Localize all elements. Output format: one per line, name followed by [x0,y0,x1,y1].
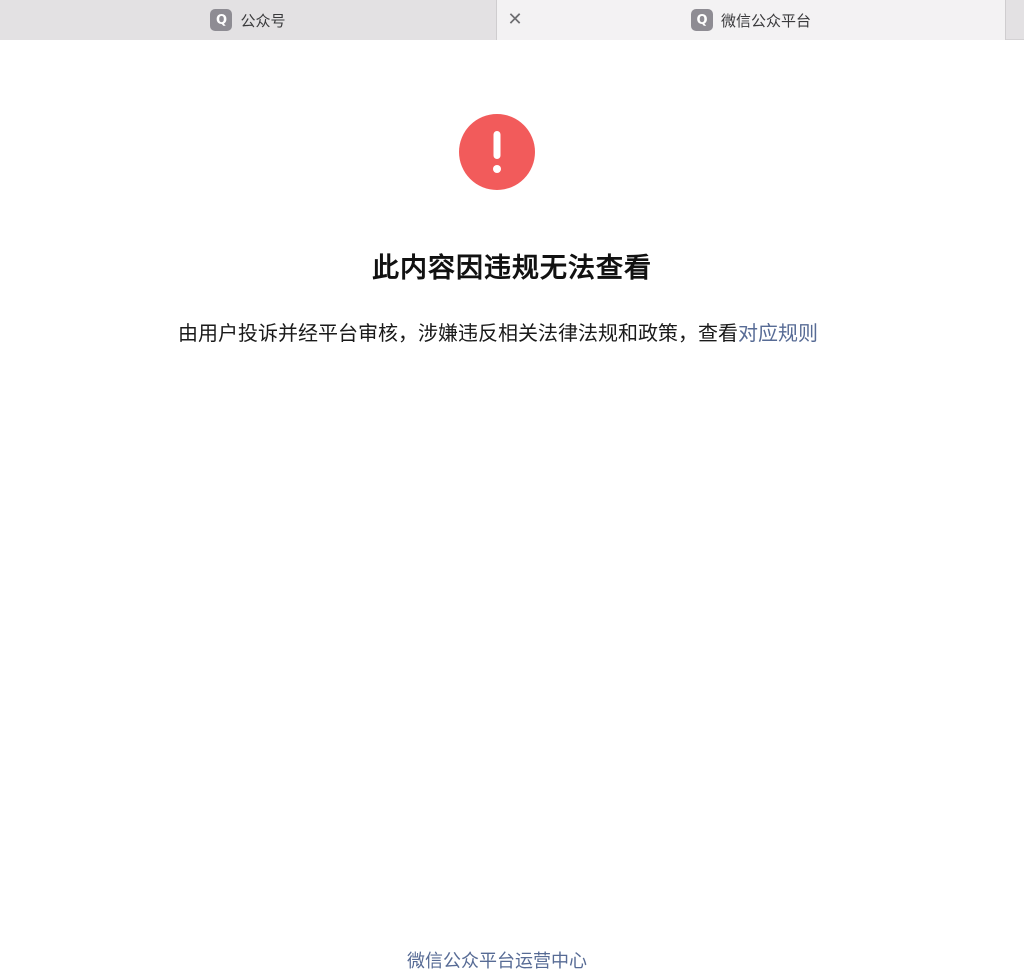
tab-bar: Q 公众号 ✕ Q 微信公众平台 [0,0,1024,40]
rules-link[interactable]: 对应规则 [738,321,818,345]
tab-official-account-content: Q 公众号 [210,9,286,31]
description-text: 由用户投诉并经平台审核，涉嫌违反相关法律法规和政策，查看 [178,321,738,345]
tab-official-account[interactable]: Q 公众号 [0,0,497,40]
tab-label: 公众号 [240,11,286,30]
violation-description: 由用户投诉并经平台审核，涉嫌违反相关法律法规和政策，查看对应规则 [0,317,996,346]
tab-wechat-platform-content: Q 微信公众平台 [690,9,811,31]
exclamation-circle-icon [459,114,535,190]
q-app-icon: Q [690,9,713,31]
tab-label: 微信公众平台 [720,11,811,30]
footer-operation-center-link[interactable]: 微信公众平台运营中心 [0,947,994,973]
page-title: 此内容因违规无法查看 [372,253,652,284]
q-app-icon: Q [210,9,233,31]
page-content: 此内容因违规无法查看 由用户投诉并经平台审核，涉嫌违反相关法律法规和政策，查看对… [0,41,1024,973]
tab-wechat-platform[interactable]: ✕ Q 微信公众平台 [497,0,1006,40]
close-icon[interactable]: ✕ [505,10,525,30]
